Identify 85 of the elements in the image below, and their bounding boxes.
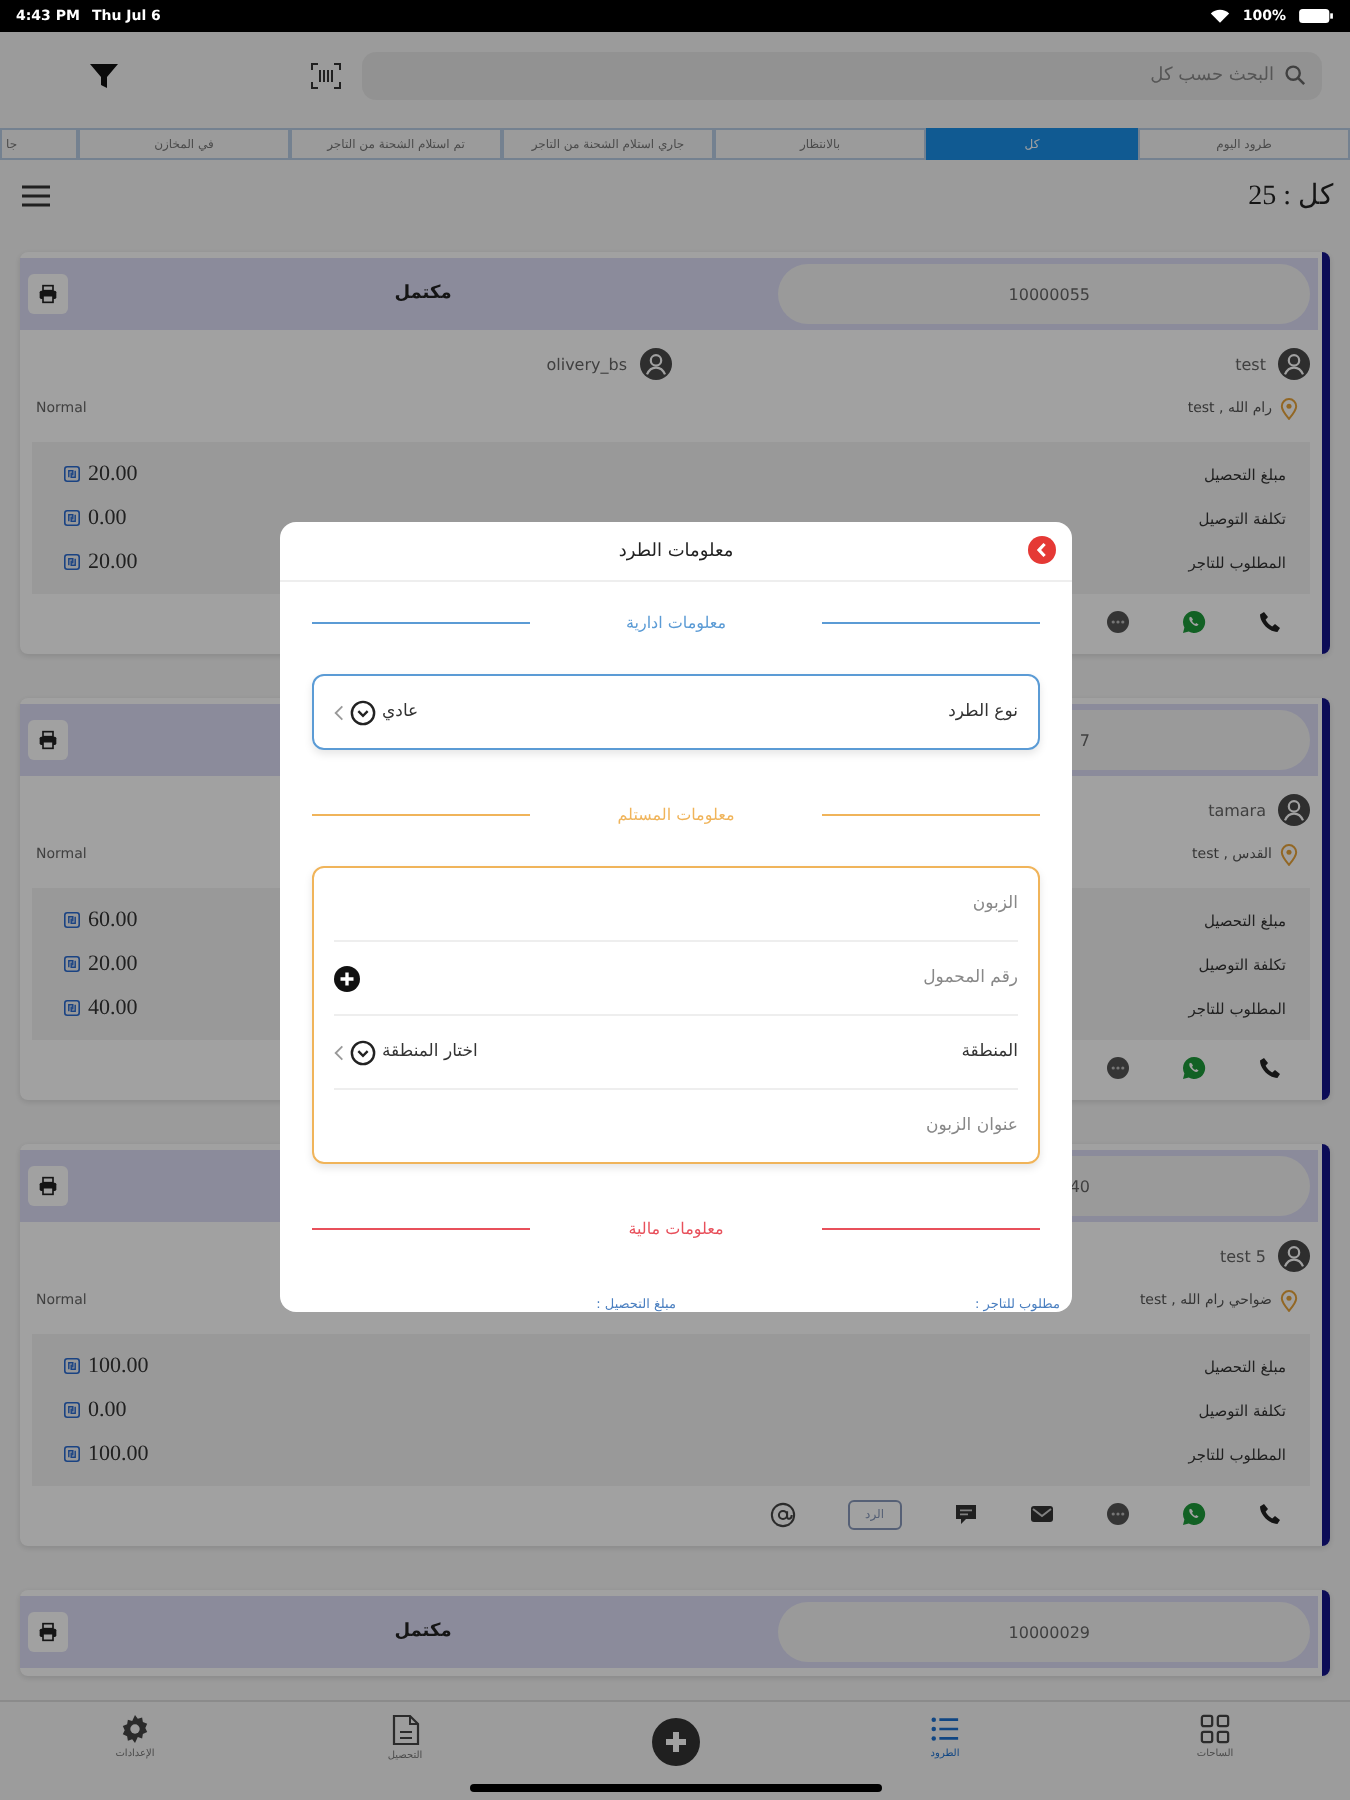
parcel-status: مكتمل bbox=[394, 284, 452, 304]
menu-icon[interactable] bbox=[20, 184, 52, 208]
customer-name: test 5 bbox=[1220, 1247, 1266, 1265]
currency-icon bbox=[64, 1000, 80, 1016]
plus-circle-icon[interactable] bbox=[334, 965, 360, 991]
currency-icon bbox=[64, 554, 80, 570]
amount-value: 40.00 bbox=[88, 996, 138, 1020]
avatar-icon bbox=[1278, 794, 1310, 826]
print-button[interactable] bbox=[28, 1612, 68, 1652]
barcode-scan-icon[interactable] bbox=[310, 62, 342, 90]
chevron-icon[interactable] bbox=[334, 1043, 344, 1061]
avatar-icon bbox=[639, 348, 671, 380]
location-pin-icon bbox=[1280, 843, 1298, 865]
whatsapp-icon[interactable] bbox=[1182, 1056, 1206, 1080]
currency-icon bbox=[64, 912, 80, 928]
amount-value: 20.00 bbox=[88, 952, 138, 976]
search-field[interactable]: البحث حسب كل bbox=[362, 52, 1322, 100]
avatar-icon bbox=[1278, 348, 1310, 380]
avatar-icon bbox=[1278, 1240, 1310, 1272]
customer-name: tamara bbox=[1208, 801, 1266, 819]
whatsapp-icon[interactable] bbox=[1182, 1502, 1206, 1526]
amount-value: 20.00 bbox=[88, 462, 138, 486]
input-field[interactable]: الزبون bbox=[334, 884, 1018, 924]
at-sign-icon[interactable] bbox=[769, 1501, 796, 1527]
print-button[interactable] bbox=[28, 720, 68, 760]
phone-icon[interactable] bbox=[1258, 1502, 1282, 1526]
phone-icon[interactable] bbox=[1258, 1056, 1282, 1080]
message-icon[interactable] bbox=[954, 1502, 978, 1526]
settings-icon[interactable] bbox=[120, 1714, 150, 1744]
chevron-circle-icon[interactable] bbox=[350, 1039, 376, 1065]
input-field[interactable]: عنوان الزبون bbox=[334, 1106, 1018, 1146]
parcel-number: 40 bbox=[1069, 1177, 1090, 1195]
section-title: معلومات المستلم bbox=[615, 805, 737, 823]
printer-icon[interactable] bbox=[38, 1622, 58, 1642]
select-field[interactable]: اختار المنطقة bbox=[334, 1039, 478, 1065]
section-title: معلومات مالية bbox=[626, 1219, 726, 1237]
search-icon[interactable] bbox=[1284, 64, 1306, 86]
print-button[interactable] bbox=[28, 274, 68, 314]
chevron-icon[interactable] bbox=[334, 703, 344, 721]
currency-icon bbox=[64, 1402, 80, 1418]
document-icon[interactable] bbox=[391, 1714, 419, 1746]
amount-value: 60.00 bbox=[88, 908, 138, 932]
printer-icon[interactable] bbox=[38, 284, 58, 304]
parcel-number: 10000029 bbox=[1008, 1623, 1090, 1641]
currency-icon bbox=[64, 956, 80, 972]
print-button[interactable] bbox=[28, 1166, 68, 1206]
amount-value: 0.00 bbox=[88, 1398, 127, 1422]
chevron-circle-icon[interactable] bbox=[350, 699, 376, 725]
amount-value: 20.00 bbox=[88, 550, 138, 574]
currency-icon bbox=[64, 466, 80, 482]
customer-name: test bbox=[1235, 355, 1266, 373]
battery-icon bbox=[1298, 8, 1334, 24]
field-label: المنطقة bbox=[961, 1042, 1018, 1062]
filter-icon[interactable] bbox=[88, 60, 120, 92]
grid-icon[interactable] bbox=[1200, 1714, 1230, 1744]
amount-value: 100.00 bbox=[88, 1354, 149, 1378]
whatsapp-icon[interactable] bbox=[1182, 610, 1206, 634]
currency-icon bbox=[64, 1446, 80, 1462]
currency-icon bbox=[64, 510, 80, 526]
parcel-status: مكتمل bbox=[394, 1622, 452, 1642]
dialog-title: معلومات الطرد bbox=[618, 541, 734, 561]
chat-dots-icon[interactable] bbox=[1106, 1502, 1130, 1526]
wifi-icon bbox=[1210, 8, 1231, 24]
phone-input-field[interactable]: رقم المحمول bbox=[376, 958, 1018, 998]
location-pin-icon bbox=[1280, 1289, 1298, 1311]
plus-circle-icon[interactable] bbox=[651, 1718, 699, 1766]
close-icon[interactable] bbox=[1028, 536, 1056, 564]
location-pin-icon bbox=[1280, 397, 1298, 419]
envelope-icon[interactable] bbox=[1030, 1504, 1054, 1524]
amount-value: 100.00 bbox=[88, 1442, 149, 1466]
currency-icon bbox=[64, 1358, 80, 1374]
chat-dots-icon[interactable] bbox=[1106, 1056, 1130, 1080]
select-field[interactable]: عادي bbox=[334, 699, 419, 725]
phone-icon[interactable] bbox=[1258, 610, 1282, 634]
courier-name: olivery_bs bbox=[546, 355, 627, 373]
parcel-count: كل : 25 bbox=[1248, 180, 1334, 214]
printer-icon[interactable] bbox=[38, 1176, 58, 1196]
parcel-number: 7 bbox=[1079, 731, 1090, 749]
field-label: نوع الطرد bbox=[948, 702, 1018, 722]
chat-dots-icon[interactable] bbox=[1106, 610, 1130, 634]
parcel-number: 10000055 bbox=[1008, 285, 1090, 303]
section-title: معلومات ادارية bbox=[623, 613, 729, 631]
printer-icon[interactable] bbox=[38, 730, 58, 750]
list-icon[interactable] bbox=[930, 1714, 960, 1744]
amount-value: 0.00 bbox=[88, 506, 127, 530]
